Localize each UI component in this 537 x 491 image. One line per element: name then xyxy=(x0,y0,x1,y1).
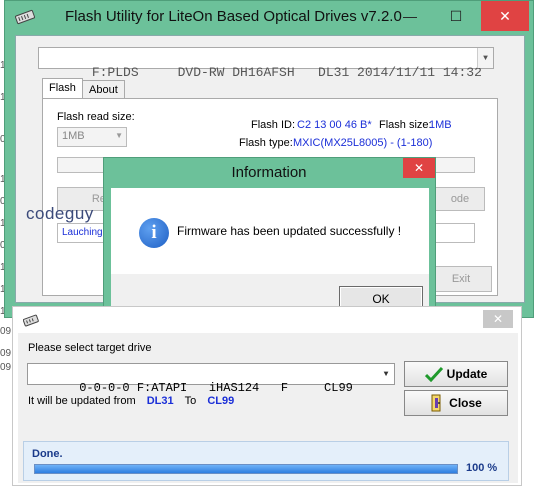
to-version: CL99 xyxy=(207,395,235,407)
status-panel: Done. 100 % xyxy=(23,441,509,481)
flash-read-size-label: Flash read size: xyxy=(57,111,135,123)
information-dialog: Information ✕ i Firmware has been update… xyxy=(103,157,436,330)
door-exit-icon xyxy=(431,394,441,412)
flash-size-value: 1MB xyxy=(429,119,452,131)
drive-app-icon xyxy=(15,9,35,25)
update-info-line: It will be updated from DL31 To CL99 xyxy=(28,395,234,407)
target-drive-select[interactable]: 0-0-0-0 F:ATAPI iHAS124 F CL99 ▼ xyxy=(27,363,395,395)
close-button[interactable]: Close xyxy=(404,390,508,416)
window-title: Flash Utility for LiteOn Based Optical D… xyxy=(65,8,402,25)
dialog-title: Information xyxy=(231,164,307,181)
tab-about[interactable]: About xyxy=(82,80,125,100)
update-client-area: Please select target drive 0-0-0-0 F:ATA… xyxy=(18,333,518,483)
chevron-down-icon[interactable]: ▼ xyxy=(477,48,493,68)
chevron-down-icon: ▼ xyxy=(115,131,123,140)
flash-read-size-select[interactable]: 1MB ▼ xyxy=(57,127,127,147)
flash-id-label: Flash ID: xyxy=(251,119,296,131)
update-window: ✕ Please select target drive 0-0-0-0 F:A… xyxy=(12,306,522,486)
progress-percent: 100 % xyxy=(466,462,498,474)
info-icon: i xyxy=(139,218,169,248)
drive-app-icon xyxy=(23,314,39,327)
mode-button[interactable]: ode xyxy=(435,187,485,211)
update-close-x-button[interactable]: ✕ xyxy=(483,310,513,328)
maximize-button[interactable]: ☐ xyxy=(433,1,479,31)
background-text: 09 xyxy=(0,362,12,373)
to-label: To xyxy=(184,395,197,407)
target-drive-value: 0-0-0-0 F:ATAPI iHAS124 F CL99 xyxy=(79,381,353,395)
checkmark-icon xyxy=(424,366,443,382)
title-bar[interactable]: Flash Utility for LiteOn Based Optical D… xyxy=(5,1,533,35)
flash-read-size-value: 1MB xyxy=(62,130,85,142)
flash-size-label: Flash size: xyxy=(379,119,432,131)
updated-from-label: It will be updated from xyxy=(28,395,136,407)
done-text: Done. xyxy=(32,448,63,460)
minimize-button[interactable]: — xyxy=(387,1,433,31)
flash-id-value: C2 13 00 46 B* xyxy=(297,119,372,131)
update-title-bar[interactable]: ✕ xyxy=(13,307,521,333)
background-text: 09 xyxy=(0,326,12,337)
codeguy-logo: codeguy xyxy=(26,204,94,223)
update-button-label: Update xyxy=(446,367,488,381)
flash-type-value: MXIC(MX25L8005) - (1-180) xyxy=(293,137,433,149)
select-target-label: Please select target drive xyxy=(28,342,152,354)
update-progress-fill xyxy=(35,465,457,473)
background-text: 09 xyxy=(0,348,12,359)
drive-select-value: F:PLDS DVD-RW DH16AFSH DL31 2014/11/11 1… xyxy=(91,65,482,80)
close-button[interactable]: ✕ xyxy=(481,1,529,31)
update-progress-bar xyxy=(34,464,458,474)
from-version: DL31 xyxy=(146,395,174,407)
drive-select[interactable]: F:PLDS DVD-RW DH16AFSH DL31 2014/11/11 1… xyxy=(38,47,494,80)
flash-type-label: Flash type: xyxy=(239,137,293,149)
dialog-message: Firmware has been updated successfully ! xyxy=(177,224,402,238)
tab-flash[interactable]: Flash xyxy=(42,78,83,100)
chevron-down-icon[interactable]: ▼ xyxy=(378,364,394,384)
dialog-close-button[interactable]: ✕ xyxy=(403,158,435,178)
exit-button[interactable]: Exit xyxy=(430,266,492,292)
update-button[interactable]: Update xyxy=(404,361,508,387)
dialog-body: i Firmware has been updated successfully… xyxy=(111,188,429,274)
close-button-label: Close xyxy=(449,396,482,410)
